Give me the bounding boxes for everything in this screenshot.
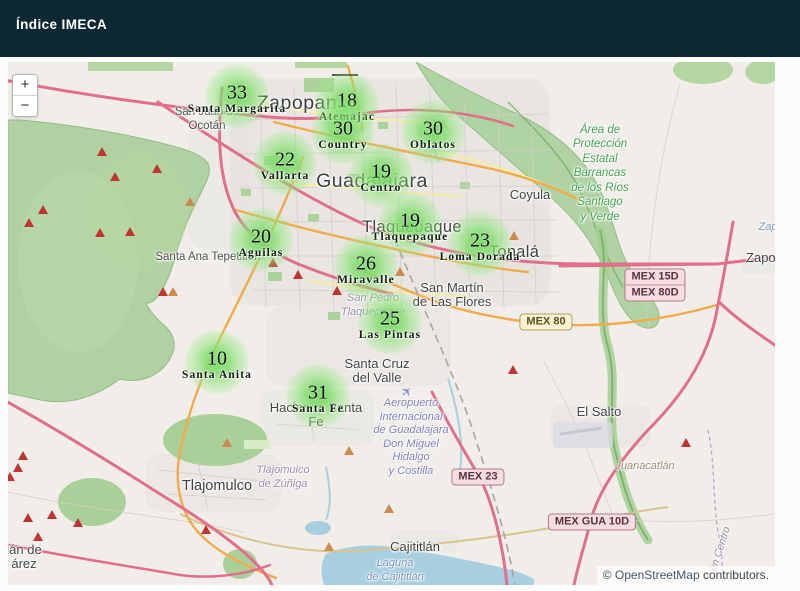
station-imeca-value: 19 xyxy=(400,209,420,232)
stations-layer: 33Santa Margarita18Atemajac30Country30Ob… xyxy=(8,62,775,585)
map-attribution: © OpenStreetMap contributors. xyxy=(596,566,775,585)
station-imeca-value: 22 xyxy=(275,148,295,171)
station-name: Santa Fe xyxy=(292,403,344,415)
station-imeca-value: 30 xyxy=(423,117,443,140)
station-imeca-value: 33 xyxy=(227,81,247,104)
station-imeca-value: 31 xyxy=(308,381,328,404)
station-name: Santa Margarita xyxy=(187,103,287,115)
station-imeca-value: 19 xyxy=(371,160,391,183)
imeca-map[interactable]: San Juan deOcotánZapopanGuadalajaraTlaqu… xyxy=(8,62,775,585)
attribution-prefix: © xyxy=(602,568,615,582)
station-name: Las Pintas xyxy=(358,329,422,341)
zoom-out-button[interactable]: − xyxy=(13,96,37,116)
page-title: Índice IMECA xyxy=(16,17,108,32)
page: Índice IMECA San Juan de Ocotán Zapopan … xyxy=(0,0,800,591)
attribution-suffix: contributors. xyxy=(699,568,769,582)
zoom-control: + − xyxy=(12,74,38,117)
station-imeca-value: 23 xyxy=(470,229,490,252)
station-imeca-value: 10 xyxy=(207,347,227,370)
app-header: Índice IMECA xyxy=(0,0,800,57)
station-name: Aguilas xyxy=(238,247,284,259)
zoom-in-button[interactable]: + xyxy=(13,75,37,95)
station-name: Oblatos xyxy=(409,139,457,151)
station-imeca-value: 20 xyxy=(251,225,271,248)
station-name: Miravalle xyxy=(337,274,395,286)
station-name: Centro xyxy=(360,182,402,194)
station-imeca-value: 26 xyxy=(356,252,376,275)
station-name: Santa Anita xyxy=(182,369,252,381)
station-imeca-value: 30 xyxy=(333,117,353,140)
osm-link[interactable]: OpenStreetMap xyxy=(615,568,700,582)
station-name: Vallarta xyxy=(260,170,310,182)
station-imeca-value: 25 xyxy=(380,307,400,330)
station-name: Loma Dorada xyxy=(439,251,521,263)
